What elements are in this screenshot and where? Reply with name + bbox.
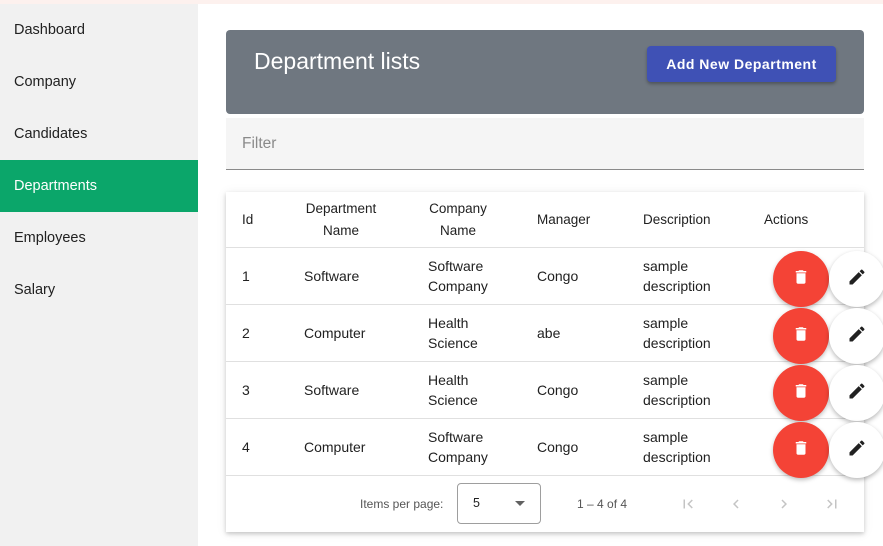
cell-id: 2 xyxy=(242,325,250,341)
table-row: 2 Computer Health Science abe sample descr… xyxy=(226,305,864,362)
page-size-value: 5 xyxy=(473,496,480,510)
add-department-button[interactable]: Add New Department xyxy=(647,46,836,82)
previous-page-icon[interactable] xyxy=(724,492,748,516)
items-per-page-label: Items per page: xyxy=(360,497,444,511)
trash-icon xyxy=(792,268,810,291)
cell-id: 1 xyxy=(242,268,250,284)
sidebar-item-label: Employees xyxy=(14,230,86,246)
pencil-icon xyxy=(847,381,867,406)
next-page-icon[interactable] xyxy=(772,492,796,516)
cell-department: Software xyxy=(304,268,360,284)
cell-department: Software xyxy=(304,382,360,398)
main-content: Department lists Add New Department Filt… xyxy=(198,4,883,546)
edit-button[interactable] xyxy=(829,308,883,364)
sidebar-item-company[interactable]: Company xyxy=(0,56,198,108)
delete-button[interactable] xyxy=(773,365,829,421)
table-row: 3 Software Health Science Congo sample des… xyxy=(226,362,864,419)
cell-description: sample description xyxy=(643,429,711,465)
pencil-icon xyxy=(847,438,867,463)
cell-manager: abe xyxy=(537,325,561,341)
table-row: 1 Software Software Company Congo sample d… xyxy=(226,248,864,305)
sidebar-item-salary[interactable]: Salary xyxy=(0,264,198,316)
last-page-icon[interactable] xyxy=(820,492,844,516)
sidebar-item-dashboard[interactable]: Dashboard xyxy=(0,4,198,56)
delete-button[interactable] xyxy=(773,422,829,478)
cell-id: 4 xyxy=(242,439,250,455)
dropdown-arrow-icon xyxy=(515,501,525,506)
cell-description: sample description xyxy=(643,258,711,294)
cell-company: Health Science xyxy=(428,372,478,408)
cell-description: sample description xyxy=(643,372,711,408)
page-header: Department lists Add New Department xyxy=(226,30,864,114)
filter-placeholder: Filter xyxy=(242,135,277,152)
page-size-select[interactable]: 5 xyxy=(457,483,541,524)
cell-description: sample description xyxy=(643,315,711,351)
column-header-company-name[interactable]: Company Name xyxy=(420,198,496,242)
cell-company: Software Company xyxy=(428,429,488,465)
cell-company: Software Company xyxy=(428,258,488,294)
delete-button[interactable] xyxy=(773,308,829,364)
paginator: Items per page: 5 1 – 4 of 4 xyxy=(226,476,864,532)
cell-manager: Congo xyxy=(537,439,579,455)
edit-button[interactable] xyxy=(829,422,883,478)
department-table-card: Id Department Name Company Name Manager De… xyxy=(226,192,864,532)
edit-button[interactable] xyxy=(829,365,883,421)
pencil-icon xyxy=(847,267,867,292)
sidebar-item-label: Company xyxy=(14,74,77,90)
page-range-label: 1 – 4 of 4 xyxy=(577,497,628,511)
delete-button[interactable] xyxy=(773,251,829,307)
pencil-icon xyxy=(847,324,867,349)
sidebar-item-candidates[interactable]: Candidates xyxy=(0,108,198,160)
column-header-department-name[interactable]: Department Name xyxy=(296,198,386,242)
trash-icon xyxy=(792,439,810,462)
cell-id: 3 xyxy=(242,382,250,398)
table-header: Id Department Name Company Name Manager De… xyxy=(226,192,864,248)
column-header-description[interactable]: Description xyxy=(643,209,711,231)
sidebar: Dashboard Company Candidates Departments… xyxy=(0,4,198,546)
filter-input[interactable]: Filter xyxy=(226,118,864,170)
sidebar-item-label: Salary xyxy=(14,282,56,298)
edit-button[interactable] xyxy=(829,251,883,307)
cell-company: Health Science xyxy=(428,315,478,351)
column-header-id[interactable]: Id xyxy=(242,209,253,231)
column-header-manager[interactable]: Manager xyxy=(537,209,590,231)
sidebar-item-departments[interactable]: Departments xyxy=(0,160,198,212)
sidebar-item-label: Dashboard xyxy=(14,22,85,38)
column-header-actions: Actions xyxy=(764,212,809,227)
cell-department: Computer xyxy=(304,439,366,455)
page-title: Department lists xyxy=(254,48,421,74)
trash-icon xyxy=(792,325,810,348)
first-page-icon[interactable] xyxy=(676,492,700,516)
cell-manager: Congo xyxy=(537,268,579,284)
cell-manager: Congo xyxy=(537,382,579,398)
trash-icon xyxy=(792,382,810,405)
sidebar-item-employees[interactable]: Employees xyxy=(0,212,198,264)
table-row: 4 Computer Software Company Congo sample d… xyxy=(226,419,864,476)
cell-department: Computer xyxy=(304,325,366,341)
sidebar-item-label: Candidates xyxy=(14,126,88,142)
sidebar-item-label: Departments xyxy=(14,178,98,194)
